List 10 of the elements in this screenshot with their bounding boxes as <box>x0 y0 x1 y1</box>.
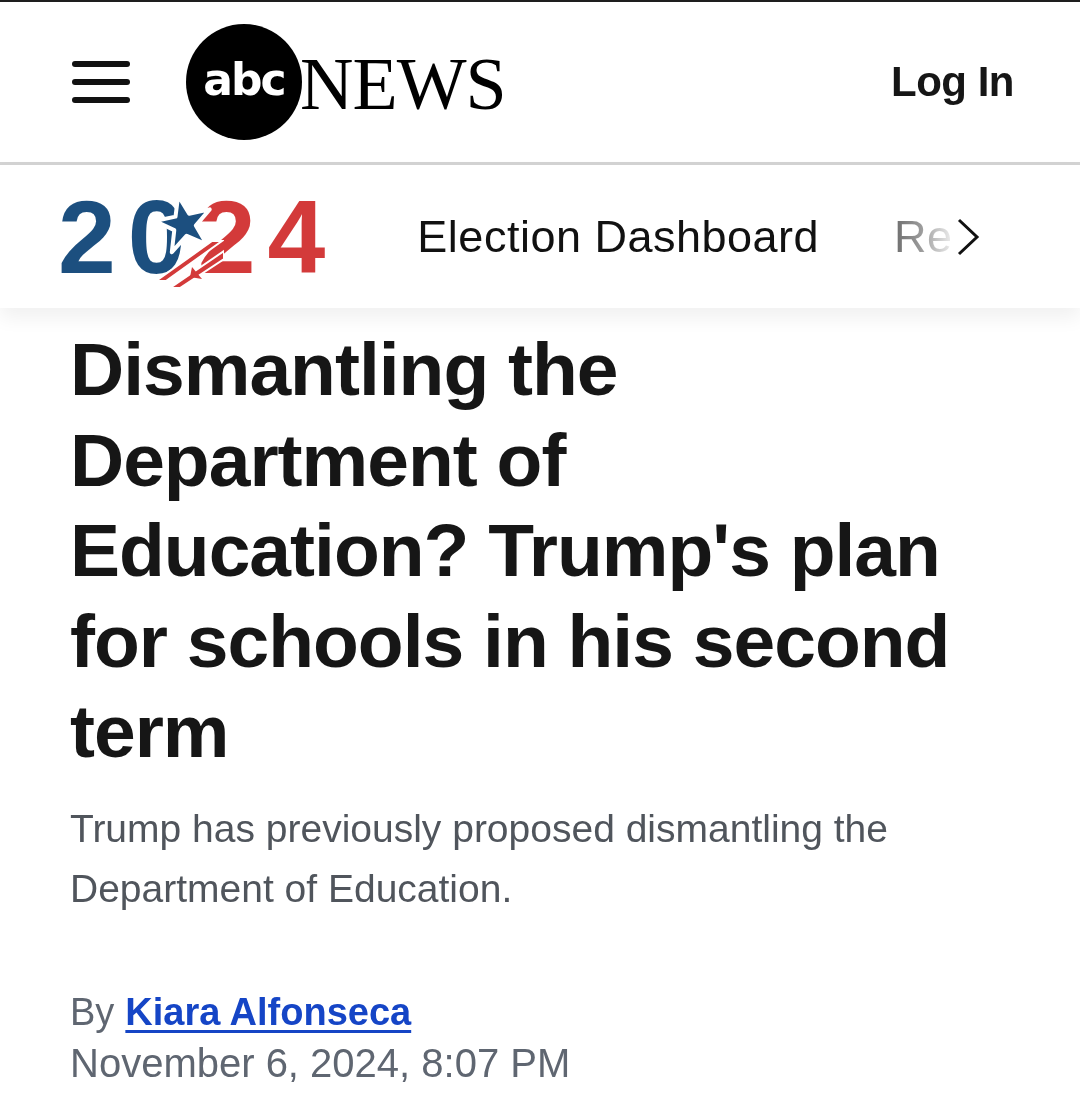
publish-date: November 6, 2024, 8:07 PM <box>70 1039 571 1087</box>
login-button[interactable]: Log In <box>891 58 1014 106</box>
article-summary: Trump has previously proposed dismantling the Department of Education. <box>70 805 889 912</box>
headline: Dismantling the Department of Education? Trump's plan for schools in his second term <box>70 326 951 775</box>
menu-icon[interactable] <box>72 61 130 103</box>
byline-label: By <box>70 989 115 1035</box>
logo-wordmark[interactable]: NEWS <box>300 43 506 121</box>
nav-link[interactable]: Election Dashboard <box>417 210 820 263</box>
author-link[interactable]: Kiara Alfonseca <box>125 986 412 1037</box>
logo-mark[interactable]: abc <box>186 24 302 140</box>
